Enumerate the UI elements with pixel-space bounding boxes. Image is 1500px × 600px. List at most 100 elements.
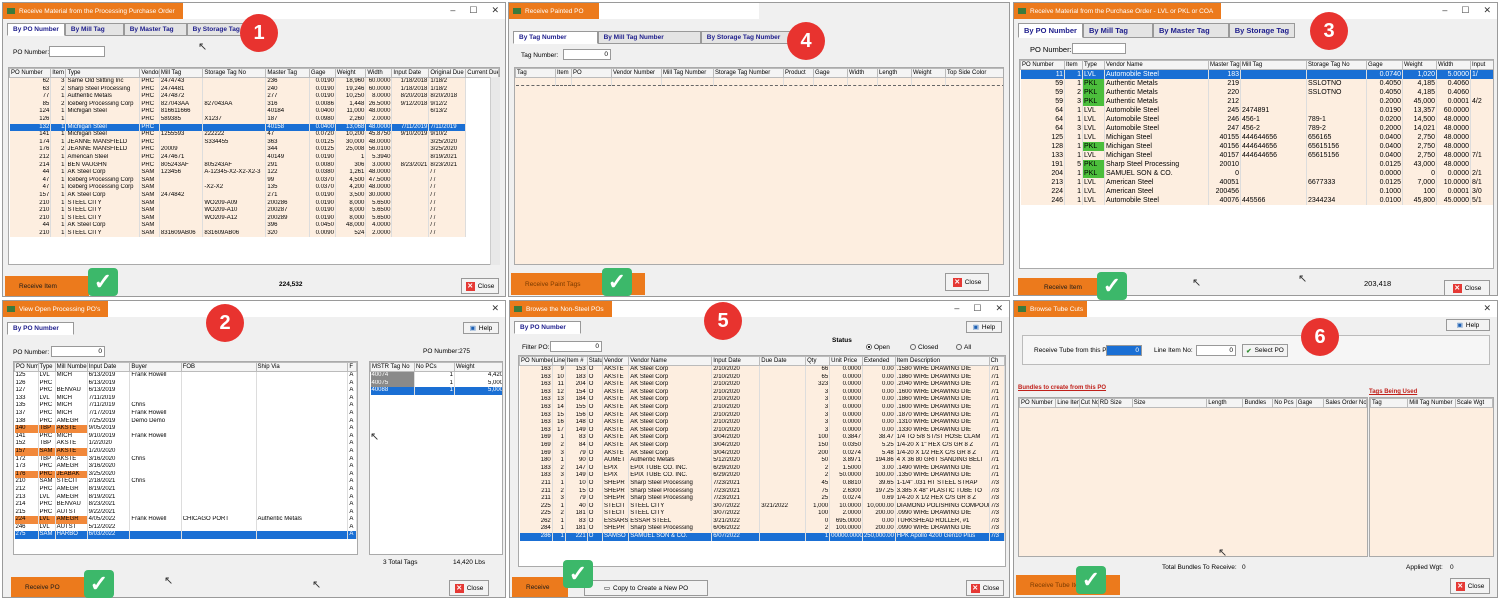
column-header[interactable]: Weight: [1402, 60, 1437, 70]
table-row[interactable]: 204 1 PKL SAMUEL SON & CO. 0 0.0000 0 0.0000 2/1: [1020, 169, 1493, 178]
table-row[interactable]: 40074 1 4,420: [370, 371, 502, 380]
receive-po-button[interactable]: Receive PO: [11, 577, 89, 597]
column-header[interactable]: Input Date: [711, 356, 761, 366]
table-row[interactable]: 141 1 Michigan Steel PRC 1255593 222222 47 0.07…: [9, 131, 499, 139]
table-row[interactable]: 286 1 221 O SAMSO SAMUEL SON & CO. 6/07/2022 1 0…: [519, 533, 1005, 541]
column-header[interactable]: Vendor Number: [611, 68, 662, 78]
grid-scrollbar[interactable]: [490, 77, 500, 265]
table-row[interactable]: 211 1 10 O SHEPR Sharp Steel Processing 7/23/2…: [519, 479, 1005, 488]
po-number-input[interactable]: 0: [51, 346, 105, 357]
table-row[interactable]: 64 1 LVL Automobile Steel 246 456-1 789-1 0.020…: [1020, 115, 1493, 124]
table-row[interactable]: 163 11 204 O AKSTE AK Steel Corp 2/10/2020 323 0…: [519, 381, 1005, 389]
column-header[interactable]: Gage: [308, 68, 336, 78]
table-row[interactable]: 59 1 PKL Authentic Metals 219 SSLOTNO 0.4050 4,…: [1020, 79, 1493, 88]
table-row[interactable]: 172 TBP AKSTE 3/16/2020 Chris A: [14, 455, 357, 464]
column-header[interactable]: Input Date: [391, 68, 430, 78]
table-row[interactable]: 152 TBP AKSTE 1/2/2020 A: [14, 440, 357, 448]
table-row[interactable]: 210 1 STEEL CITY SAM WO209-A12 200289 0.0190 8,…: [9, 214, 499, 223]
close-window-icon[interactable]: ✕: [491, 303, 499, 314]
column-header[interactable]: Gage: [1295, 398, 1325, 408]
tags-grid[interactable]: Tag Mill Tag Number Scale Wgt: [1369, 397, 1494, 557]
column-header[interactable]: Mill Tag Number: [661, 68, 714, 78]
column-header[interactable]: Item: [555, 68, 572, 78]
column-header[interactable]: Unit Price: [829, 356, 863, 366]
table-row[interactable]: 224 LVL AMEGR 4/05/2022 Frank Howell CHICAGO …: [14, 516, 357, 524]
column-header[interactable]: Gage: [813, 68, 848, 78]
table-row[interactable]: 126 PRC 6/13/2019 A: [14, 379, 357, 388]
table-row[interactable]: 213 LVL AMEGR 8/19/2021 A: [14, 493, 357, 502]
table-row[interactable]: 214 1 BEN VAUGHN PRC 805243AF 805243AF 291 0.00…: [9, 161, 499, 170]
table-row[interactable]: 191 5 PKL Sharp Steel Processing 20010 0.0125…: [1020, 160, 1493, 169]
painted-tags-grid[interactable]: Tag Item PO Vendor Number Mill Tag Number Sto…: [514, 67, 1004, 265]
table-row[interactable]: 64 3 LVL Automobile Steel 247 456-2 789-2 0.200…: [1020, 124, 1493, 133]
help-button[interactable]: ▣ Help: [1446, 319, 1490, 331]
column-header[interactable]: Cut No: [1078, 398, 1099, 408]
column-header[interactable]: Type: [65, 68, 141, 78]
table-row[interactable]: 163 9 153 O AKSTE AK Steel Corp 2/10/2020 66 0.0…: [519, 365, 1005, 374]
table-row[interactable]: 163 10 183 O AKSTE AK Steel Corp 2/10/2020 65 0.…: [519, 373, 1005, 382]
po-items-grid[interactable]: PO NumberItemTypeVendor NameMill TagStor…: [8, 67, 500, 265]
table-row[interactable]: 225 1 40 O STECIT STEEL CITY 3/07/2022 3/21/202…: [519, 502, 1005, 511]
maximize-icon[interactable]: ☐: [1461, 5, 1469, 16]
column-header[interactable]: Weight: [911, 68, 946, 78]
table-row[interactable]: 275 SAM HARBO 6/03/2022 A: [14, 531, 357, 540]
tag-number-input[interactable]: 0: [563, 49, 611, 60]
table-row[interactable]: 126 1 PRC 589385 X1237 187 0.0980 2,260 2.0000: [9, 115, 499, 124]
column-header[interactable]: FOB: [180, 362, 257, 372]
column-header[interactable]: Mill Number: [54, 362, 88, 372]
table-row[interactable]: 180 1 90 O AUMET Authentic Metals 5/12/2020 50 3…: [519, 457, 1005, 465]
close-window-icon[interactable]: ✕: [1483, 303, 1491, 314]
column-header[interactable]: Weight: [334, 68, 367, 78]
nonsteel-po-grid[interactable]: PO NumberLineItem #StatusVendorVendor Na…: [518, 355, 1006, 567]
close-window-icon[interactable]: ✕: [995, 303, 1003, 314]
table-row[interactable]: 215 PRC AUTST 9/22/2021 A: [14, 508, 357, 517]
receive-button[interactable]: Receive: [512, 577, 568, 597]
table-row[interactable]: 59 2 PKL Authentic Metals 220 SSLOTNO 0.4050 4,…: [1020, 88, 1493, 97]
line-item-input[interactable]: 0: [1196, 345, 1236, 356]
table-row[interactable]: 169 3 79 O AKSTE AK Steel Corp 3/04/2020 200 0.0…: [519, 449, 1005, 458]
column-header[interactable]: Tag: [515, 68, 556, 78]
tab-by-mill-tag-number[interactable]: By Mill Tag Number: [597, 31, 701, 44]
column-header[interactable]: Vendor Name: [628, 356, 713, 366]
table-row[interactable]: 163 13 184 O AKSTE AK Steel Corp 2/10/2020 3 0.0…: [519, 396, 1005, 404]
table-row[interactable]: 135 PRC MICH 7/11/2019 Chris A: [14, 402, 357, 410]
column-header[interactable]: Storage Tag No: [1306, 60, 1367, 70]
status-all[interactable]: All: [956, 344, 971, 351]
column-header[interactable]: F: [347, 362, 357, 372]
table-row[interactable]: 214 PRC BENVAU 8/23/2021 A: [14, 501, 357, 509]
table-row[interactable]: 169 2 84 O AKSTE AK Steel Corp 3/04/2020 150 0.0…: [519, 441, 1005, 450]
table-row[interactable]: 211 3 79 O SHEPR Sharp Steel Processing 7/23/2…: [519, 495, 1005, 503]
table-row[interactable]: 211 2 15 O SHEPR Sharp Steel Processing 7/23/2…: [519, 487, 1005, 496]
close-window-icon[interactable]: ✕: [491, 5, 499, 16]
tab-by-tag-number[interactable]: By Tag Number: [513, 31, 598, 44]
column-header[interactable]: No Pcs: [1272, 398, 1297, 408]
column-header[interactable]: Size: [1131, 398, 1208, 408]
table-row[interactable]: 137 PRC MICH 7/17/2019 Frank Howell A: [14, 409, 357, 418]
table-row[interactable]: 59 3 PKL Authentic Metals 212 0.2000 45,000 0.0…: [1020, 97, 1493, 106]
table-row[interactable]: 163 17 149 O AKSTE AK Steel Corp 2/10/2020 3 0.0…: [519, 426, 1005, 435]
table-row[interactable]: 138 PRC AMEGR 7/25/2019 Demo Demo A: [14, 417, 357, 426]
close-button[interactable]: ✕ Close: [966, 580, 1004, 596]
tab-by-po-number[interactable]: By PO Number: [514, 321, 581, 334]
column-header[interactable]: Sales Order No: [1323, 398, 1367, 408]
table-row[interactable]: 183 2 147 O EPIX EPIX TUBE CO. INC. 6/29/2020 2…: [519, 464, 1005, 473]
column-header[interactable]: PO: [571, 68, 612, 78]
column-header[interactable]: PO Number: [519, 356, 553, 366]
column-header[interactable]: PO Number: [1019, 398, 1057, 408]
open-po-grid[interactable]: PO NumberTypeMill NumberInput DateBuyerF…: [13, 361, 358, 555]
table-row[interactable]: 284 1 181 O SHEPR Sharp Steel Processing 6/06/…: [519, 525, 1005, 534]
status-open[interactable]: Open: [866, 344, 890, 351]
table-row[interactable]: 132 1 Michigan Steel PRC 40158 0.0400 13,068 48…: [9, 123, 499, 132]
table-row[interactable]: 124 1 Michigan Steel PRC 816611666 40184 0.040…: [9, 108, 499, 116]
column-header[interactable]: Buyer: [129, 362, 182, 372]
bundles-grid[interactable]: PO NumberLine ItemCut NoRD SizeSizeLengt…: [1018, 397, 1368, 557]
tab-by-po-number[interactable]: By PO Number: [7, 322, 74, 335]
table-row[interactable]: 176 PRC JEABAK 3/25/2020 A: [14, 470, 357, 479]
table-row[interactable]: 11 1 LVL Automobile Steel 183 0.0740 1,020 5.00…: [1020, 69, 1493, 79]
column-header[interactable]: Weight: [454, 362, 502, 372]
column-header[interactable]: RD Size: [1097, 398, 1133, 408]
column-header[interactable]: Original Due: [428, 68, 467, 78]
column-header[interactable]: Type: [1082, 60, 1105, 70]
column-header[interactable]: Line: [551, 356, 566, 366]
table-row[interactable]: 225 2 181 O STECIT STEEL CITY 3/07/2022 100 2.00…: [519, 510, 1005, 518]
